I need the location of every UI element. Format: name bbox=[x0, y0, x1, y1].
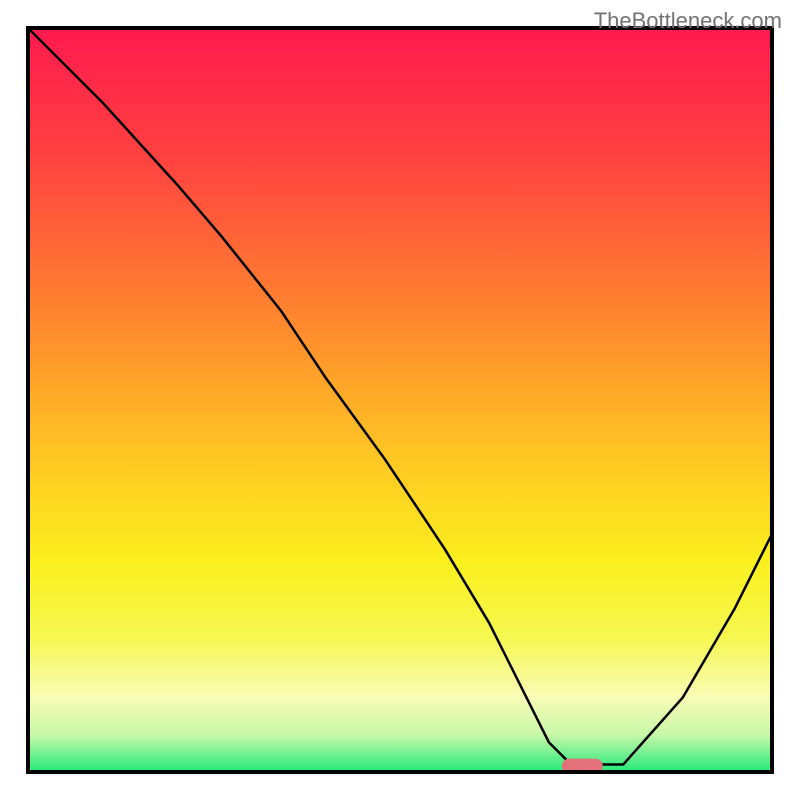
chart-container: TheBottleneck.com bbox=[0, 0, 800, 800]
watermark-text: TheBottleneck.com bbox=[594, 8, 782, 34]
plot-background bbox=[28, 28, 772, 772]
bottleneck-chart bbox=[0, 0, 800, 800]
